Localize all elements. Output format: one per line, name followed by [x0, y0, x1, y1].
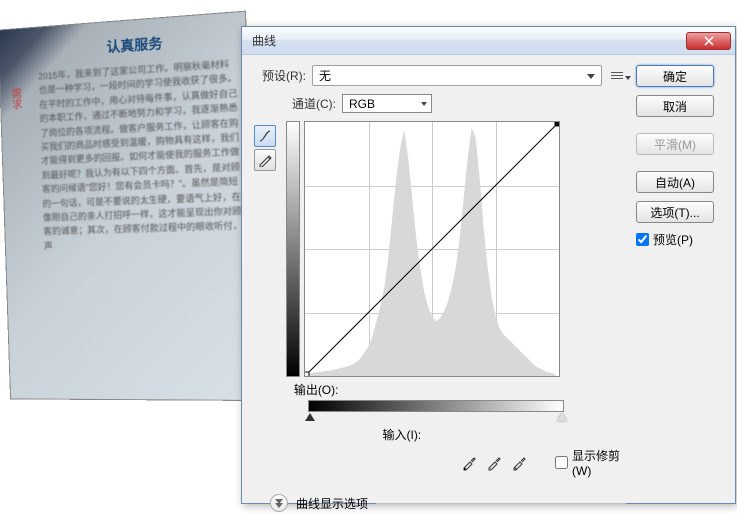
preview-input[interactable]	[636, 233, 649, 246]
smooth-button: 平滑(M)	[636, 133, 714, 155]
curves-dialog: 曲线 预设(R): 无 通道(C): RGB	[241, 26, 736, 504]
close-icon	[704, 36, 714, 46]
output-gradient	[286, 121, 300, 377]
curve-tool[interactable]	[254, 125, 276, 147]
dialog-title: 曲线	[252, 32, 686, 49]
preset-menu-icon[interactable]	[608, 68, 626, 84]
input-label: 输入(I):	[382, 426, 626, 443]
divider	[376, 503, 626, 504]
channel-value: RGB	[349, 97, 375, 111]
cancel-label: 取消	[663, 98, 687, 115]
eyedropper-icon	[486, 455, 502, 471]
eyedropper-icon	[511, 455, 527, 471]
preset-label: 预设(R):	[254, 67, 312, 84]
curve-icon	[258, 129, 272, 143]
close-button[interactable]	[686, 32, 731, 50]
preset-select[interactable]: 无	[312, 65, 602, 86]
eyedropper-icon	[461, 455, 477, 471]
black-point-slider[interactable]	[305, 413, 315, 421]
titlebar[interactable]: 曲线	[242, 27, 735, 55]
auto-label: 自动(A)	[655, 174, 695, 191]
input-gradient	[308, 400, 564, 412]
curve-toolbox	[254, 125, 276, 478]
preset-value: 无	[319, 67, 331, 84]
ok-button[interactable]: 确定	[636, 65, 714, 87]
background-document: 认真服务 需求 2015年，我来到了这家公司工作。明察秋毫材料也是一种学习，一段…	[0, 11, 260, 401]
doc-sub: 需求	[8, 87, 24, 109]
channel-select[interactable]: RGB	[342, 94, 432, 113]
cancel-button[interactable]: 取消	[636, 95, 714, 117]
pencil-tool[interactable]	[254, 149, 276, 171]
eyedropper-gray[interactable]	[485, 453, 502, 473]
expand-options-button[interactable]	[270, 494, 288, 512]
pencil-icon	[258, 153, 272, 167]
options-button[interactable]: 选项(T)...	[636, 201, 714, 223]
show-clipping-label: 显示修剪(W)	[572, 447, 626, 478]
doc-title: 认真服务	[37, 28, 236, 62]
auto-button[interactable]: 自动(A)	[636, 171, 714, 193]
show-clipping-input[interactable]	[555, 456, 568, 469]
curves-graph[interactable]	[304, 121, 560, 377]
eyedropper-black[interactable]	[460, 453, 477, 473]
ok-label: 确定	[663, 68, 687, 85]
white-point-slider[interactable]	[557, 413, 567, 421]
preview-checkbox[interactable]: 预览(P)	[636, 231, 714, 248]
eyedropper-white[interactable]	[510, 453, 527, 473]
output-label: 输出(O):	[286, 381, 344, 398]
preview-label: 预览(P)	[653, 231, 693, 248]
smooth-label: 平滑(M)	[654, 136, 696, 153]
options-label: 选项(T)...	[650, 204, 699, 221]
doc-body: 2015年，我来到了这家公司工作。明察秋毫材料也是一种学习，一段时间的学习使我收…	[38, 56, 243, 253]
channel-label: 通道(C):	[284, 95, 342, 112]
show-clipping-checkbox[interactable]: 显示修剪(W)	[555, 447, 626, 478]
